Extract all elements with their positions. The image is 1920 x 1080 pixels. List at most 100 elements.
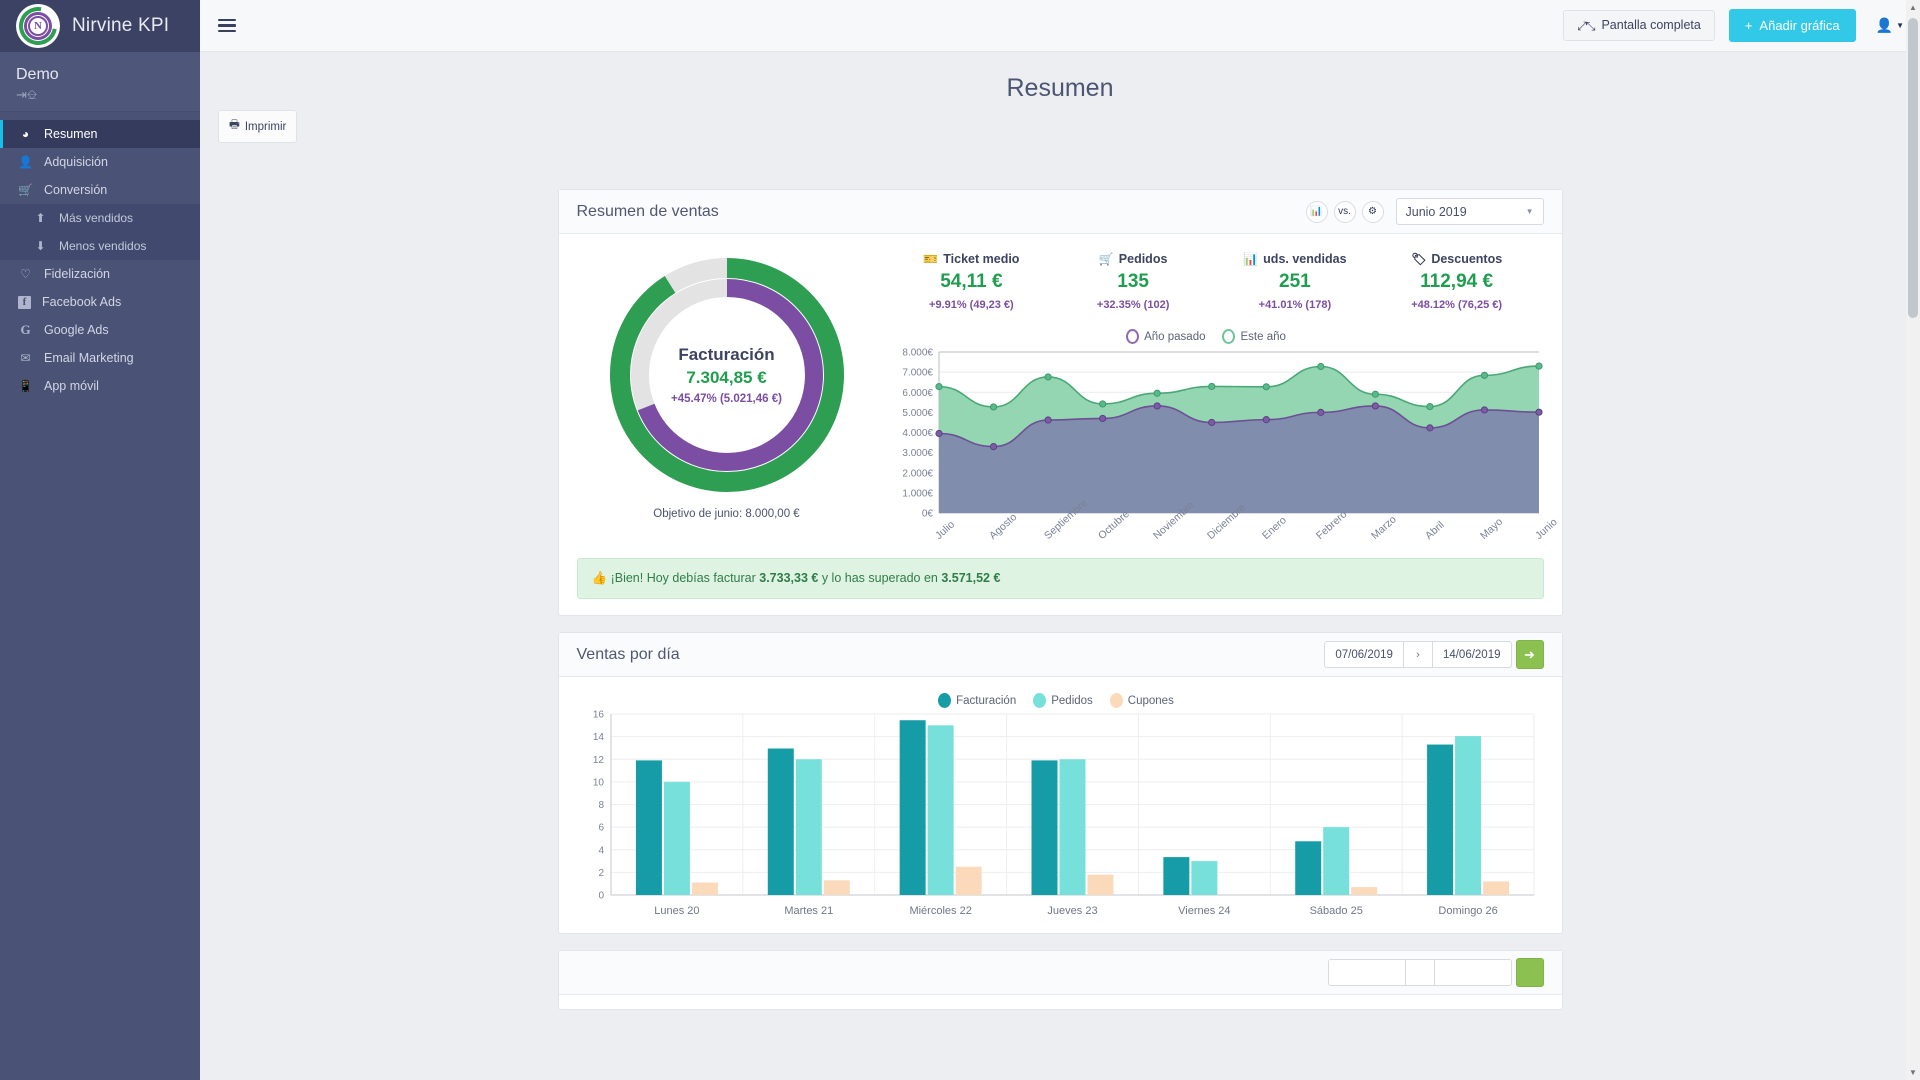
period-value: Junio 2019	[1405, 204, 1467, 219]
print-label: Imprimir	[244, 120, 287, 133]
bar-x-tick-label: Sábado 25	[1309, 905, 1362, 917]
chevron-right-icon[interactable]: ›	[1403, 641, 1432, 668]
kpi-column: 🎫 Ticket medio 54,11 € +9.91% (49,23 €) 🛒 Ped…	[877, 248, 1559, 546]
sidebar-item-app-m-vil[interactable]: 📱 App móvil	[0, 372, 200, 400]
sidebar-item-label: Menos vendidos	[59, 239, 147, 253]
third-date-apply-button[interactable]	[1515, 958, 1544, 987]
kpi-descuentos: 🏷 Descuentos 112,94 € +48.12% (76,25 €)	[1376, 252, 1538, 311]
sidebar-item-label: Fidelización	[44, 267, 111, 281]
alert-surplus: 3.571,52 €	[941, 571, 1001, 585]
sales-panel-body: Facturación 7.304,85 € +45.47% (5.021,46…	[559, 234, 1562, 552]
bar	[1426, 744, 1453, 895]
daily-bar-chart: Facturación Pedidos Cupones 0 2 4 6 8 10 12 14 16 L…	[559, 677, 1562, 933]
scroll-up-arrow[interactable]: ▲	[1909, 3, 1917, 12]
kpi-uds-vendidas: 📊 uds. vendidas 251 +41.01% (178)	[1214, 252, 1376, 311]
area-chart-legend: Año pasado Este año	[877, 329, 1544, 344]
hamburger-icon[interactable]	[218, 18, 236, 33]
sidebar-item-conversi-n[interactable]: 🛒 Conversión	[0, 176, 200, 204]
scroll-down-arrow[interactable]: ▼	[1909, 1068, 1917, 1077]
legend-item[interactable]: Facturación	[938, 693, 1016, 708]
legend-item[interactable]: Este año	[1222, 329, 1286, 344]
kpi-title: 🛒 Pedidos	[1052, 252, 1214, 266]
sidebar-item-menos-vendidos[interactable]: ⬇ Menos vendidos	[0, 232, 200, 260]
kpi-value: 135	[1117, 271, 1149, 292]
sales-summary-panel: Resumen de ventas 📊 vs. ⚙ Junio 2019 ▼ F…	[557, 189, 1563, 616]
sidebar-item-facebook-ads[interactable]: f Facebook Ads	[0, 288, 200, 316]
legend-item[interactable]: Pedidos	[1033, 693, 1093, 708]
legend-label: Este año	[1240, 330, 1286, 343]
bar-chart-toggle-icon[interactable]: 📊	[1305, 200, 1328, 223]
bar	[1087, 874, 1113, 895]
period-select[interactable]: Junio 2019 ▼	[1395, 198, 1544, 225]
bar-x-tick-label: Jueves 23	[1047, 905, 1097, 917]
bar	[1031, 760, 1057, 895]
bar	[1294, 841, 1321, 895]
plus-icon: +	[1744, 18, 1753, 33]
sidebar-item-adquisici-n[interactable]: 👤 Adquisición	[0, 148, 200, 176]
topbar: ⤢⤡ Pantalla completa + Añadir gráfica 👤 …	[200, 0, 1920, 52]
bar-chart-icon: 📊	[1243, 252, 1259, 266]
bar	[635, 760, 662, 895]
sidebar-item-google-ads[interactable]: G Google Ads	[0, 316, 200, 344]
sales-panel-header: Resumen de ventas 📊 vs. ⚙ Junio 2019 ▼	[558, 190, 1562, 234]
envelope-icon: ✉	[20, 351, 31, 365]
bar-x-tick-label: Domingo 26	[1438, 905, 1497, 917]
third-chevron-right-icon[interactable]	[1405, 959, 1434, 986]
sidebar-item-m-s-vendidos[interactable]: ⬆ Más vendidos	[0, 204, 200, 232]
print-button[interactable]: 🖶 Imprimir	[218, 110, 298, 143]
kpi-title-text: Descuentos	[1431, 252, 1503, 266]
logout-icon[interactable]: ⇥⎒	[16, 88, 200, 101]
kpi-value: 251	[1279, 271, 1311, 292]
svg-text:1.000€: 1.000€	[902, 488, 933, 499]
vs-button[interactable]: vs.	[1333, 200, 1356, 223]
bar-x-tick-label: Martes 21	[784, 905, 833, 917]
sidebar-item-email-marketing[interactable]: ✉ Email Marketing	[0, 344, 200, 372]
third-date-to-input[interactable]	[1433, 959, 1512, 986]
third-date-from-input[interactable]	[1327, 959, 1406, 986]
kpi-title: 🎫 Ticket medio	[891, 252, 1053, 266]
daily-panel-title: Ventas por día	[576, 645, 680, 663]
sidebar-item-resumen[interactable]: ◕ Resumen	[0, 120, 200, 148]
bar	[1059, 759, 1085, 895]
sidebar-user-name: Demo	[16, 66, 59, 83]
arrow-down-icon: ⬇	[35, 239, 46, 253]
donut-goal-text: Objetivo de junio: 8.000,00 €	[653, 508, 800, 520]
legend-color-dot	[938, 693, 952, 708]
app-root: N Nirvine KPI Demo ⇥⎒ ◕ Resumen 👤 Adquisici…	[0, 0, 1920, 1080]
bar	[1350, 887, 1377, 895]
gear-icon[interactable]: ⚙	[1361, 200, 1384, 223]
svg-text:12: 12	[592, 755, 604, 766]
date-from-input[interactable]: 07/06/2019	[1324, 641, 1404, 668]
scroll-thumb[interactable]	[1908, 18, 1918, 318]
brand[interactable]: N Nirvine KPI	[0, 0, 200, 53]
date-apply-button[interactable]: ➜	[1515, 640, 1544, 669]
svg-text:14: 14	[592, 732, 604, 743]
daily-panel-header: Ventas por día 07/06/2019 › 14/06/2019 ➜	[558, 633, 1562, 677]
kpi-delta: +48.12% (76,25 €)	[1411, 299, 1503, 311]
third-panel-header	[558, 951, 1562, 995]
fullscreen-button[interactable]: ⤢⤡ Pantalla completa	[1563, 10, 1715, 41]
bar	[1190, 861, 1217, 895]
area-chart-svg: 0€ 1.000€ 2.000€ 3.000€ 4.000€ 5.000€ 6.000€ 7.…	[902, 348, 1543, 520]
brand-name: Nirvine KPI	[72, 15, 170, 36]
date-range-control: 07/06/2019 › 14/06/2019 ➜	[1324, 640, 1544, 669]
sidebar-item-label: Conversión	[44, 183, 108, 197]
user-icon: 👤	[1875, 17, 1894, 33]
svg-text:2.000€: 2.000€	[902, 468, 933, 479]
legend-item[interactable]: Año pasado	[1126, 329, 1205, 344]
arrow-up-icon: ⬆	[35, 211, 46, 225]
print-row: 🖶 Imprimir	[218, 110, 298, 143]
kpi-row: 🎫 Ticket medio 54,11 € +9.91% (49,23 €) 🛒 Ped…	[877, 248, 1544, 311]
sidebar-item-fidelizaci-n[interactable]: ♡ Fidelización	[0, 260, 200, 288]
pie-chart-icon: ◕	[21, 127, 30, 141]
page-scrollbar[interactable]: ▲ ▼	[1906, 0, 1920, 1080]
add-chart-button[interactable]: + Añadir gráfica	[1728, 9, 1856, 42]
user-menu[interactable]: 👤 ▼	[1876, 17, 1904, 34]
kpi-delta: +9.91% (49,23 €)	[929, 299, 1014, 311]
sidebar-item-label: Adquisición	[44, 155, 108, 169]
bar	[823, 880, 850, 895]
date-to-input[interactable]: 14/06/2019	[1431, 641, 1512, 668]
legend-item[interactable]: Cupones	[1109, 693, 1174, 708]
svg-text:4.000€: 4.000€	[902, 428, 933, 439]
svg-text:4: 4	[598, 845, 604, 856]
